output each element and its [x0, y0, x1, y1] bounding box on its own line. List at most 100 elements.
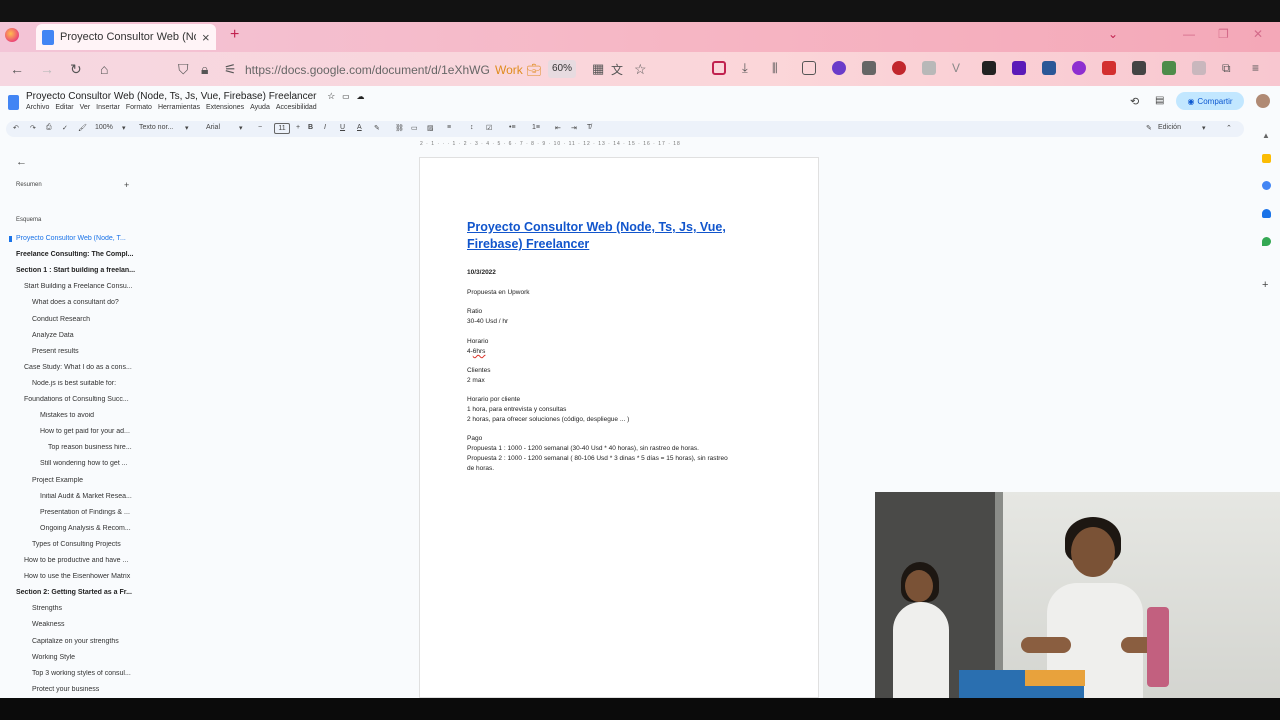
edit-mode-icon[interactable]: ✎ — [1146, 124, 1152, 132]
add-summary-icon[interactable]: + — [124, 180, 129, 190]
outline-item[interactable]: Protect your business — [32, 686, 140, 693]
tab-docs[interactable]: Proyecto Consultor Web (Node, × — [36, 24, 216, 50]
outline-item[interactable]: Mistakes to avoid — [40, 412, 140, 419]
sidebar-icon[interactable] — [802, 61, 816, 75]
menu-archivo[interactable]: Archivo — [26, 104, 49, 111]
outline-item[interactable]: How to be productive and have ... — [24, 557, 140, 564]
document-title[interactable]: Proyecto Consultor Web (Node, Ts, Js, Vu… — [26, 91, 364, 102]
maps-icon[interactable] — [1262, 237, 1271, 246]
menu-ver[interactable]: Ver — [80, 104, 91, 111]
menu-accesibilidad[interactable]: Accesibilidad — [276, 104, 317, 111]
star-icon[interactable]: ☆ — [327, 91, 335, 101]
outline-item[interactable]: Initial Audit & Market Resea... — [40, 493, 140, 500]
clear-format-icon[interactable]: T̸ — [587, 124, 591, 131]
outline-item[interactable]: Analyze Data — [32, 332, 140, 339]
font-size-input[interactable]: 11 — [274, 123, 290, 134]
move-icon[interactable]: ▭ — [342, 92, 350, 101]
outline-item[interactable]: Top reason business hire... — [48, 444, 140, 451]
menu-icon[interactable]: ≡ — [1252, 61, 1266, 75]
bullet-list-icon[interactable]: •≡ — [509, 124, 516, 131]
line-spacing-icon[interactable]: ↕ — [470, 124, 474, 131]
keep-icon[interactable] — [1262, 154, 1271, 163]
style-select[interactable]: Texto nor... — [139, 124, 173, 131]
restore-icon[interactable]: ❐ — [1218, 27, 1229, 41]
print-icon[interactable]: ⎙ — [46, 124, 52, 132]
extension-chart-icon[interactable] — [862, 61, 876, 75]
menu-formato[interactable]: Formato — [126, 104, 152, 111]
outline-item[interactable]: Still wondering how to get ... — [40, 460, 140, 467]
highlight-icon[interactable]: ✎ — [374, 124, 380, 132]
forward-icon[interactable]: → — [40, 61, 54, 77]
history-icon[interactable]: ⟲ — [1130, 95, 1139, 108]
outline-item[interactable]: What does a consultant do? — [32, 299, 140, 306]
extension-green-icon[interactable] — [1162, 61, 1176, 75]
bookmark-star-icon[interactable]: ☆ — [634, 61, 647, 78]
paint-format-icon[interactable]: 🖌︎ — [78, 124, 87, 132]
extension-grid-icon[interactable] — [982, 61, 996, 75]
extension-translate-icon[interactable] — [1042, 61, 1056, 75]
decrease-font-icon[interactable]: − — [258, 124, 262, 131]
undo-icon[interactable]: ↶ — [13, 124, 19, 132]
outline-item[interactable]: Ongoing Analysis & Recom... — [40, 525, 140, 532]
outline-item[interactable]: Foundations of Consulting Succ... — [24, 396, 140, 403]
outline-item[interactable]: Start Building a Freelance Consu... — [24, 283, 140, 290]
library-icon[interactable]: ⫼ — [772, 61, 786, 75]
outline-item[interactable]: Section 1 : Start building a freelan... — [16, 267, 140, 274]
text-color-icon[interactable]: A — [357, 124, 362, 131]
schedule-misspelled[interactable]: 6hrs — [473, 348, 486, 355]
menu-insertar[interactable]: Insertar — [96, 104, 120, 111]
add-app-icon[interactable]: + — [1262, 280, 1271, 291]
menu-editar[interactable]: Editar — [55, 104, 73, 111]
pocket-icon[interactable] — [712, 61, 726, 75]
bold-icon[interactable]: B — [308, 124, 313, 131]
outline-item[interactable]: Strengths — [32, 605, 140, 612]
chevron-down-icon[interactable]: ▾ — [239, 124, 243, 132]
home-icon[interactable]: ⌂ — [100, 61, 108, 77]
avatar[interactable] — [1256, 94, 1270, 108]
edit-mode-select[interactable]: Edición — [1158, 124, 1181, 131]
extension-grey-icon[interactable] — [922, 61, 936, 75]
outline-item[interactable]: Conduct Research — [32, 316, 140, 323]
reload-icon[interactable]: ↻ — [70, 61, 82, 78]
menu-ayuda[interactable]: Ayuda — [250, 104, 270, 111]
extension-purple-icon[interactable] — [1012, 61, 1026, 75]
font-select[interactable]: Arial — [206, 124, 220, 131]
contacts-icon[interactable] — [1262, 209, 1271, 218]
close-tab-icon[interactable]: × — [202, 30, 210, 45]
increase-font-icon[interactable]: + — [296, 124, 300, 131]
menu-extensiones[interactable]: Extensiones — [206, 104, 244, 111]
outline-item[interactable]: Project Example — [32, 477, 140, 484]
container-label[interactable]: Work 💼︎ — [495, 63, 541, 77]
outline-item[interactable]: Types of Consulting Projects — [32, 541, 140, 548]
chevron-down-icon[interactable]: ▾ — [185, 124, 189, 132]
minimize-icon[interactable]: — — [1183, 27, 1195, 41]
align-icon[interactable]: ≡ — [447, 124, 451, 131]
extensions-puzzle-icon[interactable]: ⧉ — [1222, 61, 1236, 75]
extension-counter-icon[interactable] — [1072, 61, 1086, 75]
outline-item[interactable]: Present results — [32, 348, 140, 355]
translate-icon[interactable]: 文 — [611, 61, 623, 78]
increase-indent-icon[interactable]: ⇥ — [571, 124, 577, 132]
document-heading[interactable]: Proyecto Consultor Web (Node, Ts, Js, Vu… — [467, 219, 767, 253]
outline-item[interactable]: Freelance Consulting: The Compl... — [16, 251, 140, 258]
hide-menus-icon[interactable]: ⌃ — [1226, 124, 1232, 132]
outline-item[interactable]: Section 2: Getting Started as a Fr... — [16, 589, 140, 596]
extension-off-icon[interactable] — [1132, 61, 1146, 75]
ruler[interactable]: 2 · 1 · · · 1 · 2 · 3 · 4 · 5 · 6 · 7 · … — [420, 141, 820, 149]
url-text[interactable]: https://docs.google.com/document/d/1eXhW… — [245, 63, 491, 77]
close-window-icon[interactable]: ✕ — [1253, 27, 1263, 41]
qr-icon[interactable]: ▦ — [592, 61, 604, 77]
list-tabs-icon[interactable]: ⌄ — [1108, 27, 1118, 41]
adblock-icon[interactable] — [892, 61, 906, 75]
back-arrow-icon[interactable]: ← — [16, 156, 27, 168]
outline-item[interactable]: How to use the Eisenhower Matrix — [24, 573, 140, 580]
redo-icon[interactable]: ↷ — [30, 124, 36, 132]
firefox-icon[interactable] — [5, 28, 19, 42]
google-docs-logo-icon[interactable] — [8, 95, 19, 110]
back-icon[interactable]: ← — [10, 61, 24, 77]
menu-herramientas[interactable]: Herramientas — [158, 104, 200, 111]
outline-item[interactable]: Weakness — [32, 621, 140, 628]
outline-item[interactable]: Proyecto Consultor Web (Node, T... — [16, 235, 140, 242]
outline-item[interactable]: How to get paid for your ad... — [40, 428, 140, 435]
comments-icon[interactable]: ▤ — [1155, 95, 1164, 106]
